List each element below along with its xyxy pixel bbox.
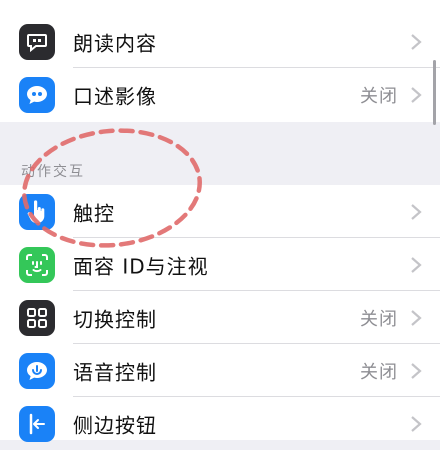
- row-spoken-content[interactable]: 朗读内容: [0, 15, 440, 68]
- face-id-icon: [19, 246, 55, 283]
- row-face-id-attention[interactable]: 面容 ID与注视: [0, 238, 440, 291]
- section-header: 动作交互: [21, 164, 85, 180]
- row-label: 口述影像: [73, 84, 157, 108]
- chevron-right-icon: [411, 256, 422, 273]
- row-label: 触控: [73, 201, 115, 225]
- side-button-icon: [19, 405, 55, 442]
- row-label: 切换控制: [73, 307, 157, 331]
- chevron-right-icon: [411, 362, 422, 379]
- chevron-right-icon: [411, 203, 422, 220]
- voice-bubble-icon: [19, 352, 55, 389]
- row-label: 语音控制: [73, 360, 157, 384]
- settings-group-top: 朗读内容 口述影像 关闭: [0, 0, 440, 122]
- row-side-button[interactable]: 侧边按钮: [0, 397, 440, 450]
- row-label: 侧边按钮: [73, 413, 157, 437]
- row-value: 关闭: [360, 361, 398, 383]
- speech-bubble-icon: [19, 23, 55, 60]
- chevron-right-icon: [411, 309, 422, 326]
- scrollbar[interactable]: [433, 60, 436, 125]
- row-switch-control[interactable]: 切换控制 关闭: [0, 291, 440, 344]
- chevron-right-icon: [411, 33, 422, 50]
- row-label: 朗读内容: [73, 31, 157, 55]
- settings-group-interaction: 触控 面容 ID与注视 切换控制 关闭 语音控制 关闭 侧边按钮: [0, 185, 440, 442]
- row-voice-control[interactable]: 语音控制 关闭: [0, 344, 440, 397]
- hand-touch-icon: [19, 193, 55, 230]
- quote-bubble-icon: [19, 76, 55, 113]
- row-audio-descriptions[interactable]: 口述影像 关闭: [0, 68, 440, 121]
- row-label: 面容 ID与注视: [73, 254, 209, 278]
- chevron-right-icon: [411, 86, 422, 103]
- chevron-right-icon: [411, 415, 422, 432]
- row-value: 关闭: [360, 85, 398, 107]
- row-value: 关闭: [360, 308, 398, 330]
- row-touch[interactable]: 触控: [0, 185, 440, 238]
- switch-grid-icon: [19, 299, 55, 336]
